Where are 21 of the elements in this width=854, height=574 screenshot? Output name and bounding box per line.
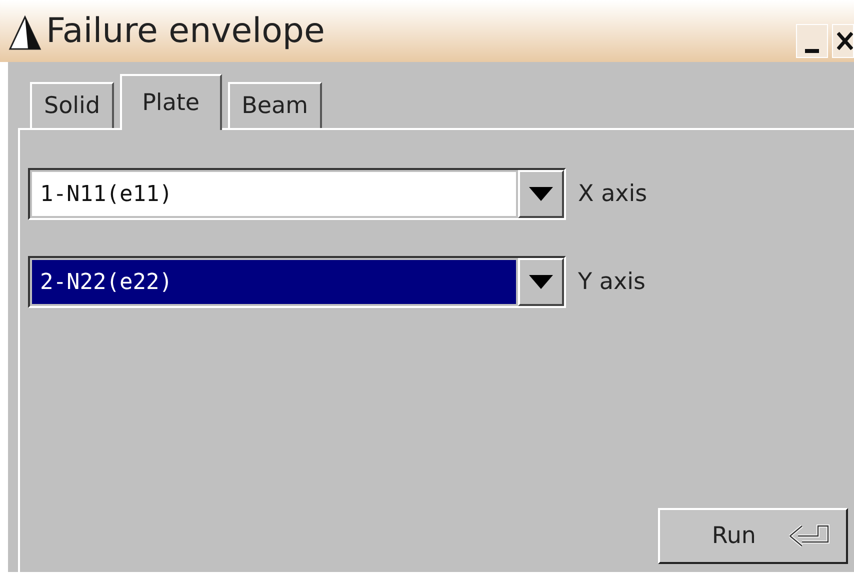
axis-label: X axis bbox=[578, 180, 648, 209]
close-button[interactable] bbox=[832, 24, 854, 58]
caret-icon bbox=[529, 275, 553, 289]
run-button[interactable]: Run bbox=[658, 508, 848, 564]
minimize-icon bbox=[805, 49, 819, 53]
caret-icon bbox=[529, 187, 553, 201]
minimize-button[interactable] bbox=[796, 24, 828, 58]
axis-dropdown[interactable]: 2-N22(e22) bbox=[28, 256, 566, 308]
tab[interactable]: Solid bbox=[30, 82, 114, 128]
enter-key-icon bbox=[788, 522, 830, 550]
axis-label: Y axis bbox=[578, 268, 646, 297]
tab[interactable]: Plate bbox=[120, 74, 222, 130]
close-icon bbox=[837, 31, 853, 51]
dropdown-arrow-button[interactable] bbox=[518, 170, 564, 218]
dropdown-value: 2-N22(e22) bbox=[32, 260, 516, 304]
axis-dropdown[interactable]: 1-N11(e11) bbox=[28, 168, 566, 220]
tab[interactable]: Beam bbox=[228, 82, 322, 128]
dropdown-arrow-button[interactable] bbox=[518, 258, 564, 306]
app-logo-icon bbox=[8, 15, 42, 51]
window-title: Failure envelope bbox=[46, 14, 325, 48]
dropdown-value: 1-N11(e11) bbox=[32, 172, 516, 216]
